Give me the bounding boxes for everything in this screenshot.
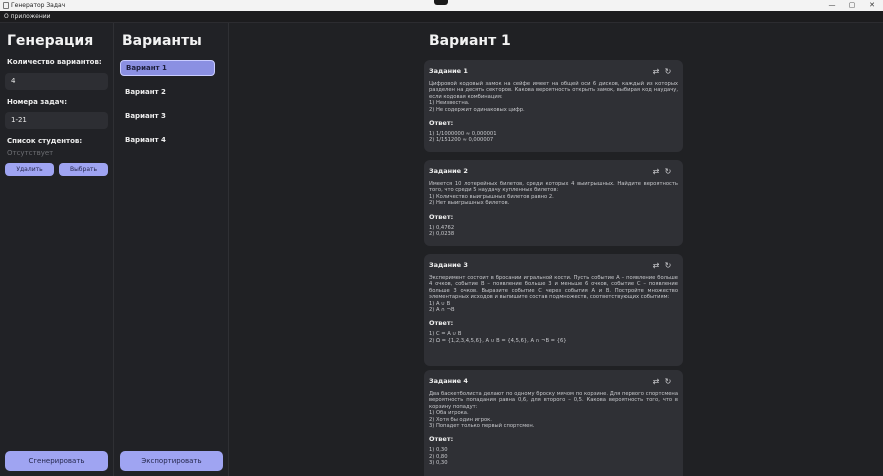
task-card: Задание 2 ⇄ ↻ Имеется 10 лотерейных билет… <box>424 160 683 246</box>
answer-label: Ответ: <box>429 435 454 444</box>
variant-view: Вариант 1 Задание 1 ⇄ ↻ Цифровой кодовый … <box>229 23 883 476</box>
task-item: 2) Не содержит одинаковых цифр. <box>429 106 525 113</box>
variant-item-1[interactable]: Вариант 1 <box>120 60 215 76</box>
task-text: Два баскетболиста делают по одному броск… <box>429 391 678 430</box>
refresh-icon[interactable]: ↻ <box>662 261 674 270</box>
delete-button[interactable]: Удалить <box>5 163 54 176</box>
task-title: Задание 1 <box>429 67 468 75</box>
answer-label: Ответ: <box>429 319 454 328</box>
answer-text: 1) C = A ∪ B 2) Ω = {1,2,3,4,5,6}, A ∪ B… <box>429 331 567 344</box>
refresh-icon[interactable]: ↻ <box>662 167 674 176</box>
answer-label: Ответ: <box>429 119 454 128</box>
generation-panel: Генерация Количество вариантов: 4 Номера… <box>0 23 114 476</box>
swap-icon[interactable]: ⇄ <box>650 261 662 270</box>
swap-icon[interactable]: ⇄ <box>650 67 662 76</box>
task-numbers-input[interactable]: 1-21 <box>5 112 108 129</box>
variants-count-input[interactable]: 4 <box>5 73 108 90</box>
export-button[interactable]: Экспортировать <box>120 451 223 471</box>
task-text: Цифровой кодовый замок на сейфе имеет на… <box>429 81 678 113</box>
minimize-button[interactable]: — <box>822 0 842 11</box>
select-button[interactable]: Выбрать <box>59 163 108 176</box>
variant-title: Вариант 1 <box>429 33 511 49</box>
refresh-icon[interactable]: ↻ <box>662 67 674 76</box>
students-label: Список студентов: <box>7 137 83 145</box>
variants-panel: Варианты Вариант 1 Вариант 2 Вариант 3 В… <box>114 23 229 476</box>
task-title: Задание 4 <box>429 377 468 385</box>
variant-item-3[interactable]: Вариант 3 <box>120 108 215 124</box>
task-text: Эксперимент состоит в бросании игральной… <box>429 275 678 314</box>
close-button[interactable]: ✕ <box>862 0 882 11</box>
task-item: 2) Нет выигрышных билетов. <box>429 200 510 207</box>
variant-item-4[interactable]: Вариант 4 <box>120 132 215 148</box>
answer-label: Ответ: <box>429 212 454 221</box>
answer-text: 1) 1/1000000 ≈ 0,000001 2) 1/151200 ≈ 0,… <box>429 131 497 144</box>
swap-icon[interactable]: ⇄ <box>650 377 662 386</box>
generation-heading: Генерация <box>7 33 94 49</box>
answer-text: 1) 0,30 2) 0,80 3) 0,30 <box>429 447 448 467</box>
task-item: 3) Попадет только первый спортсмен. <box>429 423 535 430</box>
task-text: Имеется 10 лотерейных билетов, среди кот… <box>429 181 678 207</box>
app-icon <box>3 2 9 9</box>
task-item: 2) A ∩ ¬B <box>429 307 455 314</box>
menu-about[interactable]: О приложении <box>4 12 51 22</box>
refresh-icon[interactable]: ↻ <box>662 377 674 386</box>
task-title: Задание 2 <box>429 167 468 175</box>
task-numbers-label: Номера задач: <box>7 98 68 106</box>
answer-text: 1) 0,4762 2) 0,0238 <box>429 224 455 238</box>
window-title: Генератор Задач <box>11 2 66 9</box>
variants-count-label: Количество вариантов: <box>7 58 102 66</box>
task-card: Задание 4 ⇄ ↻ Два баскетболиста делают по… <box>424 370 683 476</box>
menu-bar: О приложении <box>0 11 883 23</box>
task-card: Задание 1 ⇄ ↻ Цифровой кодовый замок на с… <box>424 60 683 152</box>
swap-icon[interactable]: ⇄ <box>650 167 662 176</box>
students-placeholder: Отсутствует <box>7 149 54 157</box>
variants-heading: Варианты <box>122 33 202 49</box>
variant-item-2[interactable]: Вариант 2 <box>120 84 215 100</box>
title-bar: Генератор Задач — ▢ ✕ <box>0 0 883 11</box>
camera-notch <box>434 0 448 5</box>
task-card: Задание 3 ⇄ ↻ Эксперимент состоит в броса… <box>424 254 683 366</box>
maximize-button[interactable]: ▢ <box>842 0 862 11</box>
generate-button[interactable]: Сгенерировать <box>5 451 108 471</box>
task-title: Задание 3 <box>429 261 468 269</box>
